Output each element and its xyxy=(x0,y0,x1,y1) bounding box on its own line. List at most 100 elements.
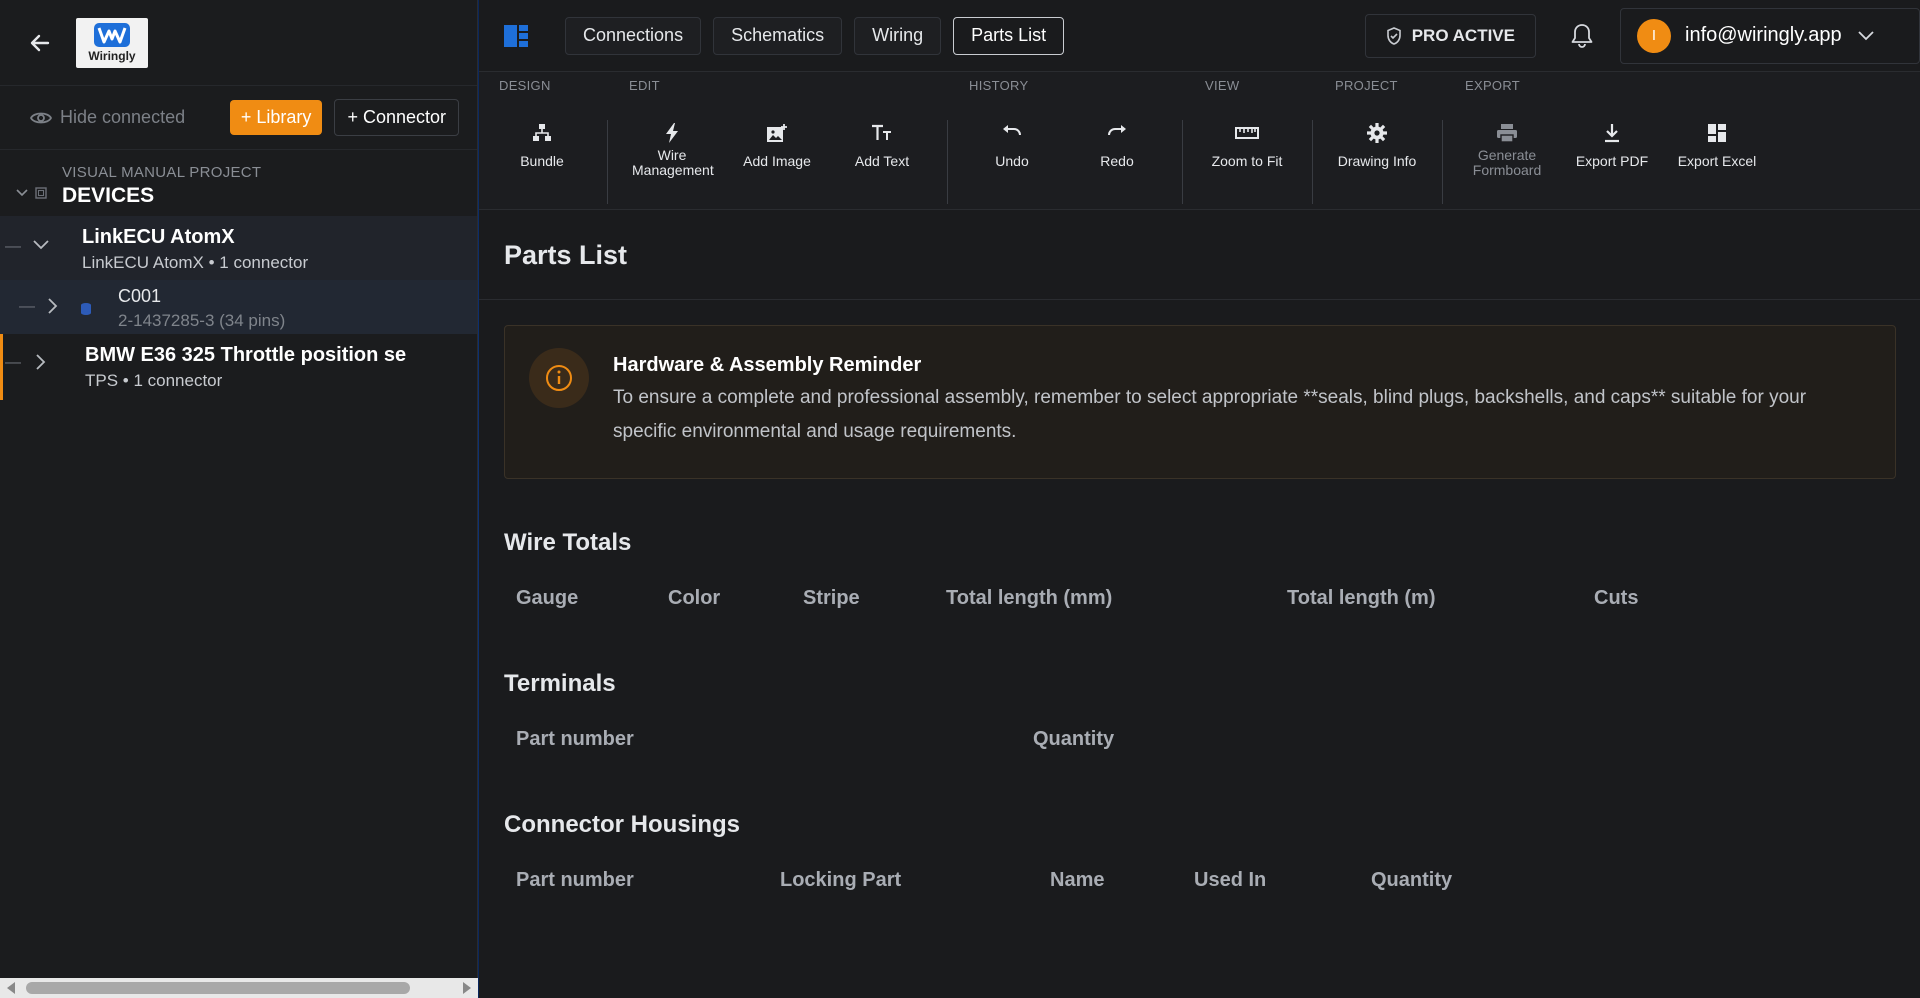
sidebar-toolbar: Hide connected + Library + Connector xyxy=(0,86,477,150)
divider xyxy=(1442,120,1443,204)
column-header: Total length (mm) xyxy=(946,587,1113,609)
export-excel-button[interactable]: Export Excel xyxy=(1667,120,1767,169)
shield-check-icon xyxy=(1386,26,1401,45)
drag-handle[interactable]: — xyxy=(0,286,40,316)
add-library-button[interactable]: + Library xyxy=(229,100,323,135)
column-header: Gauge xyxy=(516,587,579,609)
drawing-info-button[interactable]: Drawing Info xyxy=(1327,120,1427,169)
project-label: VISUAL MANUAL PROJECT xyxy=(62,164,262,181)
cube-icon xyxy=(35,187,47,199)
connector-subtitle: 2-1437285-3 (34 pins) xyxy=(118,311,286,330)
horizontal-scrollbar[interactable] xyxy=(0,978,478,998)
expand-toggle[interactable] xyxy=(26,226,56,250)
wiringly-logo-icon xyxy=(94,23,130,47)
arrow-left-icon xyxy=(30,34,50,51)
chevron-down-icon xyxy=(33,240,49,250)
wire-management-button[interactable]: Wire Management xyxy=(622,120,722,178)
group-label-view: VIEW xyxy=(1205,78,1240,93)
device-row[interactable]: — BMW E36 325 Throttle position se TPS •… xyxy=(0,334,477,400)
assembly-reminder-alert: Hardware & Assembly Reminder To ensure a… xyxy=(504,325,1896,479)
project-title: DEVICES xyxy=(62,184,155,207)
redo-icon xyxy=(1108,125,1126,136)
bundle-button[interactable]: Bundle xyxy=(492,120,592,169)
sidebar: Wiringly Hide connected + Library + Conn… xyxy=(0,0,478,998)
expand-toggle[interactable] xyxy=(23,344,59,370)
pro-status-label: PRO ACTIVE xyxy=(1411,25,1515,45)
export-pdf-button[interactable]: Export PDF xyxy=(1562,120,1662,169)
dashboard-icon xyxy=(1708,124,1726,142)
account-email: info@wiringly.app xyxy=(1685,24,1842,46)
connector-housings-section: Connector Housings Part number Locking P… xyxy=(504,811,1896,892)
top-navbar: Connections Schematics Wiring Parts List… xyxy=(479,0,1920,72)
download-icon xyxy=(1605,124,1619,143)
sidebar-header: Wiringly xyxy=(0,0,477,86)
generate-formboard-button[interactable]: Generate Formboard xyxy=(1457,120,1557,178)
add-image-button[interactable]: Add Image xyxy=(727,120,827,169)
drag-handle[interactable]: — xyxy=(3,344,23,372)
account-menu[interactable]: I info@wiringly.app xyxy=(1620,7,1920,64)
column-header: Quantity xyxy=(1033,728,1115,750)
connector-row[interactable]: — C001 2-1437285-3 (34 pins) xyxy=(0,280,477,334)
export-excel-label: Export Excel xyxy=(1677,153,1757,169)
eye-icon xyxy=(30,112,52,123)
device-row[interactable]: — LinkECU AtomX LinkECU AtomX • 1 connec… xyxy=(0,216,477,280)
chevron-down-icon xyxy=(1858,30,1874,40)
bell-icon[interactable] xyxy=(1570,23,1594,49)
column-header: Part number xyxy=(516,869,634,891)
pro-status-badge[interactable]: PRO ACTIVE xyxy=(1364,13,1536,58)
reminder-title: Hardware & Assembly Reminder xyxy=(613,354,922,376)
column-header: Used In xyxy=(1194,869,1267,891)
wire-management-label: Wire Management xyxy=(632,147,714,178)
hide-connected-toggle[interactable]: Hide connected xyxy=(30,107,185,128)
expand-toggle[interactable] xyxy=(40,286,66,314)
add-text-label: Add Text xyxy=(854,153,910,169)
column-header: Cuts xyxy=(1594,587,1639,609)
chevron-down-icon[interactable] xyxy=(16,189,28,197)
scrollbar-thumb[interactable] xyxy=(26,982,410,994)
tab-connections[interactable]: Connections xyxy=(565,16,702,55)
table-header: Part number Quantity xyxy=(504,728,1896,751)
chevron-right-icon xyxy=(48,298,58,314)
tab-parts-list[interactable]: Parts List xyxy=(953,16,1065,55)
hide-connected-label: Hide connected xyxy=(60,107,186,127)
terminals-section: Terminals Part number Quantity xyxy=(504,670,1896,751)
bolt-icon xyxy=(666,123,678,143)
bundle-label: Bundle xyxy=(520,153,564,169)
project-header: VISUAL MANUAL PROJECT DEVICES xyxy=(0,150,477,208)
drawing-info-label: Drawing Info xyxy=(1337,153,1417,169)
app-logo[interactable]: Wiringly xyxy=(76,17,148,68)
group-label-project: PROJECT xyxy=(1335,78,1398,93)
layout-grid-icon[interactable] xyxy=(503,23,529,49)
back-button[interactable] xyxy=(26,29,54,57)
column-header: Color xyxy=(668,587,721,609)
table-header: Part number Locking Part Name Used In Qu… xyxy=(504,869,1896,892)
device-subtitle: TPS • 1 connector xyxy=(85,371,223,390)
avatar: I xyxy=(1637,18,1671,53)
group-label-design: DESIGN xyxy=(499,78,551,93)
drag-handle[interactable]: — xyxy=(0,226,26,256)
scroll-right-icon[interactable] xyxy=(462,982,472,994)
tab-wiring[interactable]: Wiring xyxy=(854,16,942,55)
main-panel: Connections Schematics Wiring Parts List… xyxy=(479,0,1920,998)
divider xyxy=(607,120,608,204)
tab-schematics[interactable]: Schematics xyxy=(713,16,843,55)
divider xyxy=(1182,120,1183,204)
connector-name: C001 xyxy=(118,286,162,306)
scroll-left-icon[interactable] xyxy=(6,982,16,994)
table-header: Gauge Color Stripe Total length (mm) Tot… xyxy=(504,587,1896,610)
divider xyxy=(947,120,948,204)
redo-button[interactable]: Redo xyxy=(1067,120,1167,169)
undo-icon xyxy=(1003,125,1021,136)
add-image-icon xyxy=(767,124,787,142)
text-size-icon xyxy=(872,124,891,140)
zoom-to-fit-button[interactable]: Zoom to Fit xyxy=(1197,120,1297,169)
column-header: Total length (m) xyxy=(1287,587,1436,609)
info-icon xyxy=(546,365,572,391)
undo-button[interactable]: Undo xyxy=(962,120,1062,169)
ruler-icon xyxy=(1235,127,1259,139)
toolbar-ribbon: DESIGN EDIT HISTORY VIEW PROJECT EXPORT … xyxy=(479,72,1920,210)
add-text-button[interactable]: Add Text xyxy=(832,120,932,169)
add-connector-button[interactable]: + Connector xyxy=(334,99,459,136)
reminder-text: To ensure a complete and professional as… xyxy=(613,387,1807,442)
column-header: Locking Part xyxy=(780,869,902,891)
